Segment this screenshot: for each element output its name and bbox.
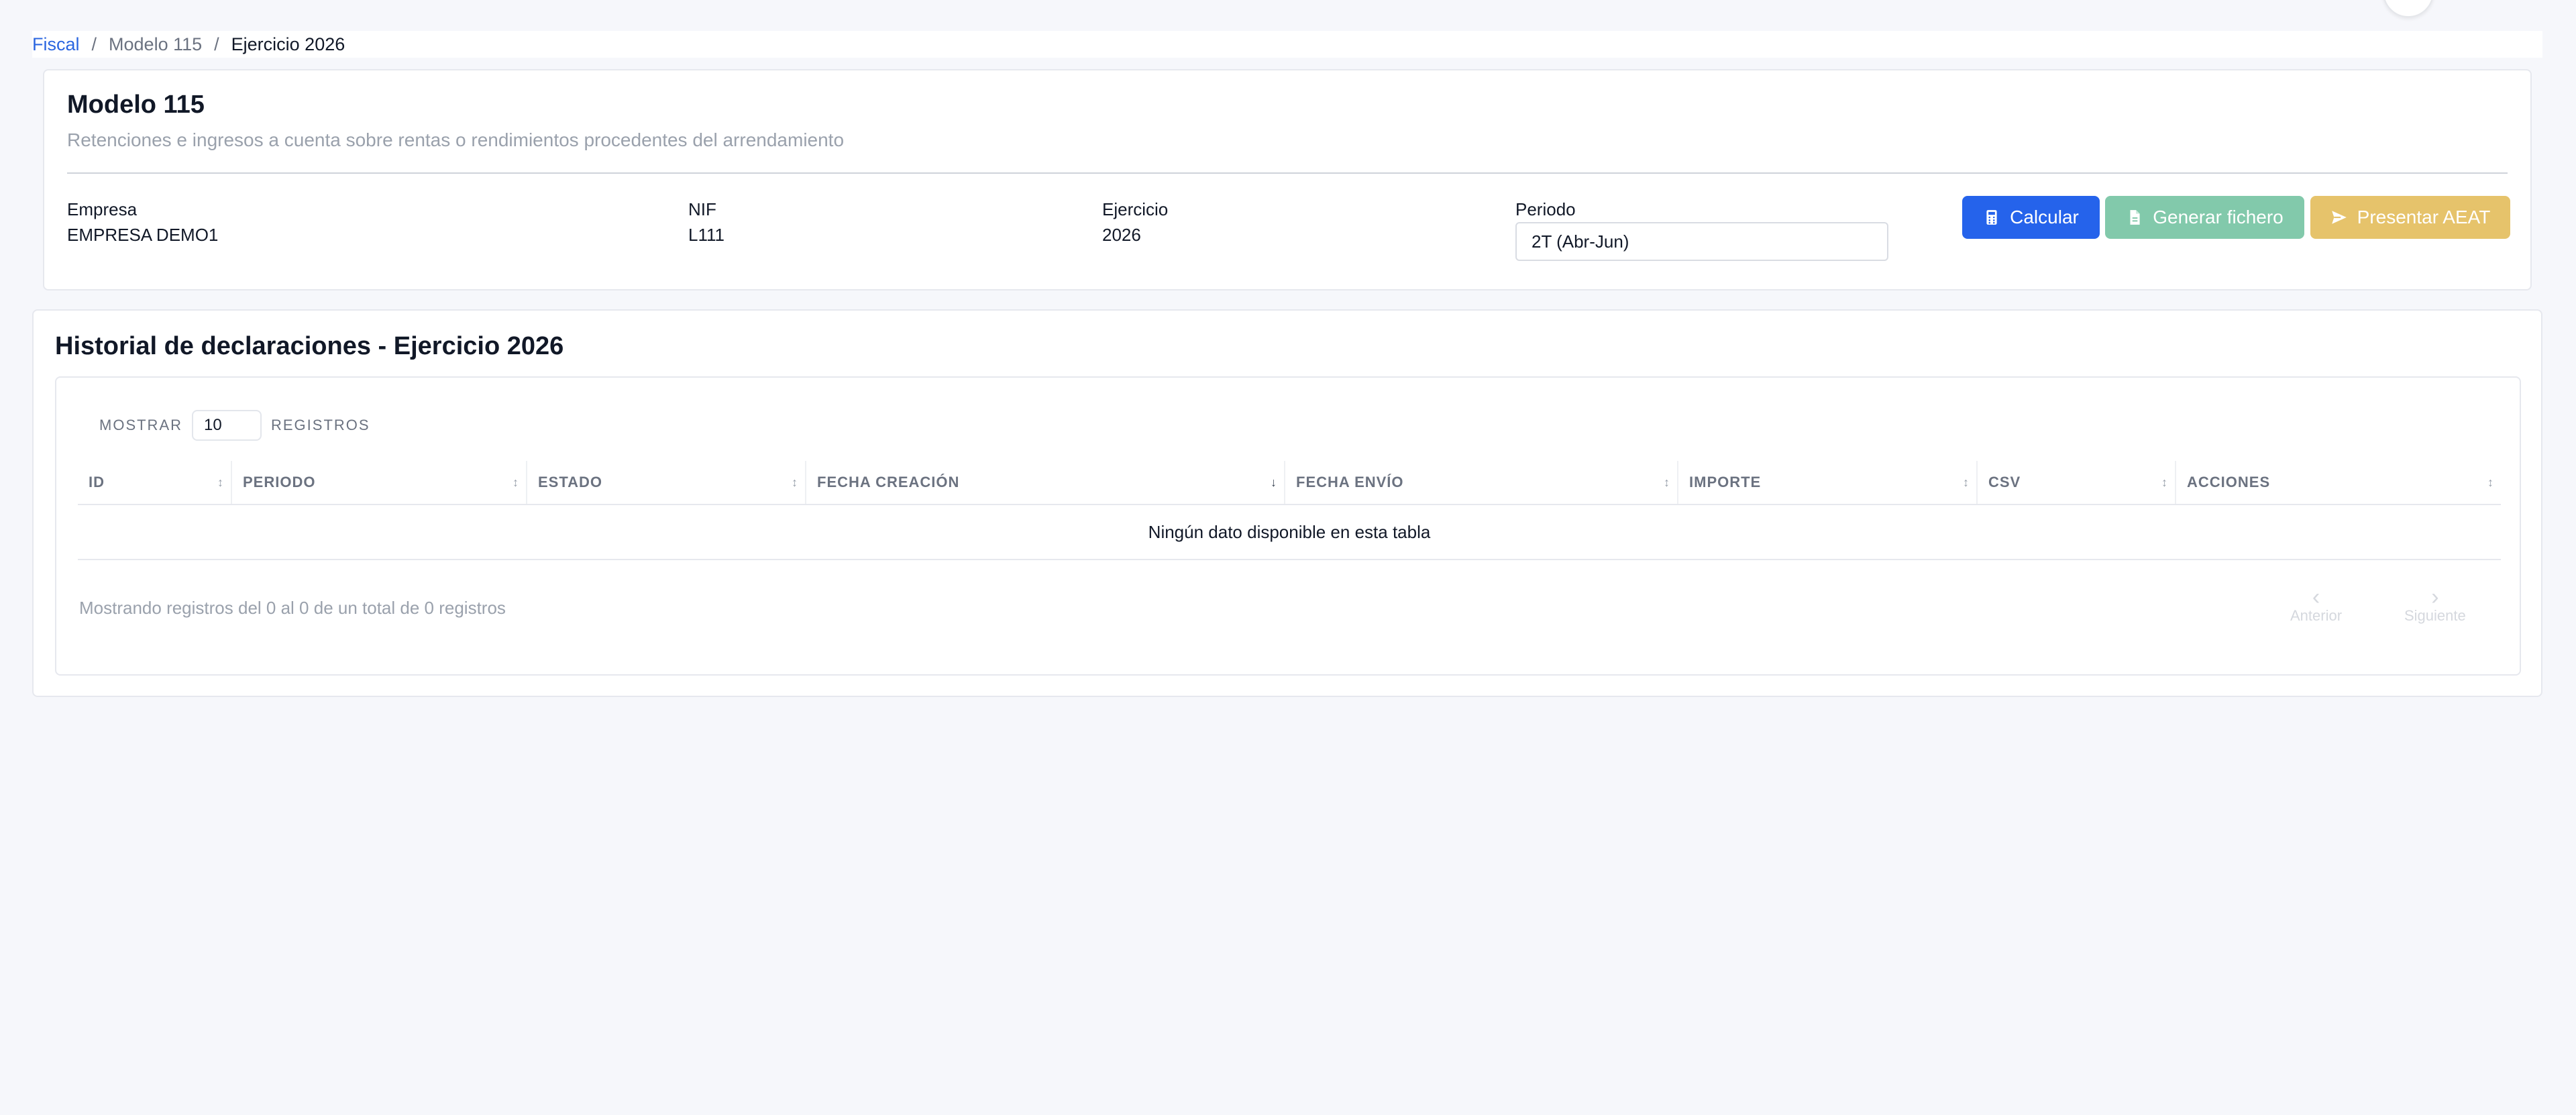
calcular-label: Calcular <box>2010 207 2079 227</box>
show-label: MOSTRAR <box>99 417 182 433</box>
calcular-button[interactable]: Calcular <box>1962 196 2100 239</box>
column-header-periodo[interactable]: PERIODO ↕ <box>231 461 526 504</box>
empresa-value: EMPRESA DEMO1 <box>67 225 219 245</box>
send-icon <box>2331 211 2347 224</box>
periodo-select[interactable]: 2T (Abr-Jun) <box>1515 222 1888 261</box>
column-header-estado[interactable]: ESTADO ↕ <box>526 461 805 504</box>
model-header-card: Modelo 115 Retenciones e ingresos a cuen… <box>43 69 2532 290</box>
column-header-label: ACCIONES <box>2187 474 2271 490</box>
previous-label: Anterior <box>2290 607 2343 624</box>
presentar-label: Presentar AEAT <box>2357 207 2491 227</box>
column-header-csv[interactable]: CSV ↕ <box>1976 461 2175 504</box>
next-label: Siguiente <box>2404 607 2466 624</box>
page-title: Modelo 115 <box>67 91 205 119</box>
floating-action-button[interactable] <box>2383 0 2434 17</box>
ejercicio-value: 2026 <box>1102 225 1141 245</box>
table-header: ID ↕ PERIODO ↕ ESTADO ↕ FECHA CREACIÓN ↓ FEC… <box>78 461 2501 505</box>
generar-label: Generar fichero <box>2153 207 2284 227</box>
breadcrumb-separator: / <box>214 34 219 54</box>
history-title: Historial de declaraciones - Ejercicio 2… <box>55 332 564 360</box>
history-card: Historial de declaraciones - Ejercicio 2… <box>32 309 2542 697</box>
column-header-fecha-creacion[interactable]: FECHA CREACIÓN ↓ <box>805 461 1284 504</box>
breadcrumb-item-current: Ejercicio 2026 <box>231 34 345 54</box>
empresa-label: Empresa <box>67 199 138 219</box>
column-header-id[interactable]: ID ↕ <box>78 461 231 504</box>
sort-icon: ↕ <box>217 475 224 489</box>
page: Fiscal / Modelo 115 / Ejercicio 2026 Mod… <box>0 0 2576 1115</box>
breadcrumb: Fiscal / Modelo 115 / Ejercicio 2026 <box>32 31 2542 58</box>
page-length-control: MOSTRAR 10 REGISTROS <box>99 410 370 441</box>
breadcrumb-separator: / <box>91 34 97 54</box>
table-info: Mostrando registros del 0 al 0 de un tot… <box>79 598 506 618</box>
sort-icon: ↕ <box>2161 475 2168 489</box>
column-header-label: CSV <box>1988 474 2021 490</box>
page-length-input[interactable]: 10 <box>192 410 262 441</box>
column-header-label: IMPORTE <box>1689 474 1762 490</box>
column-header-label: ID <box>89 474 105 490</box>
column-header-label: PERIODO <box>243 474 316 490</box>
sort-icon: ↕ <box>792 475 798 489</box>
empty-table-message: Ningún dato disponible en esta tabla <box>78 505 2501 560</box>
generar-fichero-button[interactable]: Generar fichero <box>2105 196 2304 239</box>
periodo-select-value: 2T (Abr-Jun) <box>1532 231 1629 252</box>
sort-icon: ↕ <box>1963 475 1970 489</box>
nif-label: NIF <box>688 199 716 219</box>
sort-icon: ↕ <box>513 475 519 489</box>
column-header-label: FECHA CREACIÓN <box>817 474 960 490</box>
calculator-icon <box>1986 210 1997 225</box>
presentar-aeat-button[interactable]: Presentar AEAT <box>2310 196 2510 239</box>
records-label: REGISTROS <box>271 417 370 433</box>
pagination-next[interactable]: › Siguiente <box>2404 584 2466 625</box>
history-table-wrapper: MOSTRAR 10 REGISTROS ID ↕ PERIODO ↕ ESTADO… <box>55 376 2521 676</box>
ejercicio-label: Ejercicio <box>1102 199 1169 219</box>
column-header-label: FECHA ENVÍO <box>1296 474 1404 490</box>
breadcrumb-link-fiscal[interactable]: Fiscal <box>32 34 80 55</box>
sort-icon: ↕ <box>1664 475 1670 489</box>
chevron-left-icon: ‹ <box>2312 584 2320 610</box>
file-icon <box>2130 210 2140 225</box>
sort-icon: ↕ <box>2487 475 2494 489</box>
sort-desc-icon: ↓ <box>1271 475 1277 489</box>
periodo-label: Periodo <box>1515 199 1576 219</box>
divider <box>67 172 2508 174</box>
column-header-importe[interactable]: IMPORTE ↕ <box>1677 461 1976 504</box>
pagination-previous[interactable]: ‹ Anterior <box>2290 584 2343 625</box>
breadcrumb-item-modelo: Modelo 115 <box>109 34 203 54</box>
column-header-fecha-envio[interactable]: FECHA ENVÍO ↕ <box>1284 461 1677 504</box>
chevron-right-icon: › <box>2431 584 2439 610</box>
page-subtitle: Retenciones e ingresos a cuenta sobre re… <box>67 129 845 150</box>
nif-value: L111 <box>688 225 724 245</box>
column-header-label: ESTADO <box>538 474 603 490</box>
column-header-acciones[interactable]: ACCIONES ↕ <box>2175 461 2501 504</box>
